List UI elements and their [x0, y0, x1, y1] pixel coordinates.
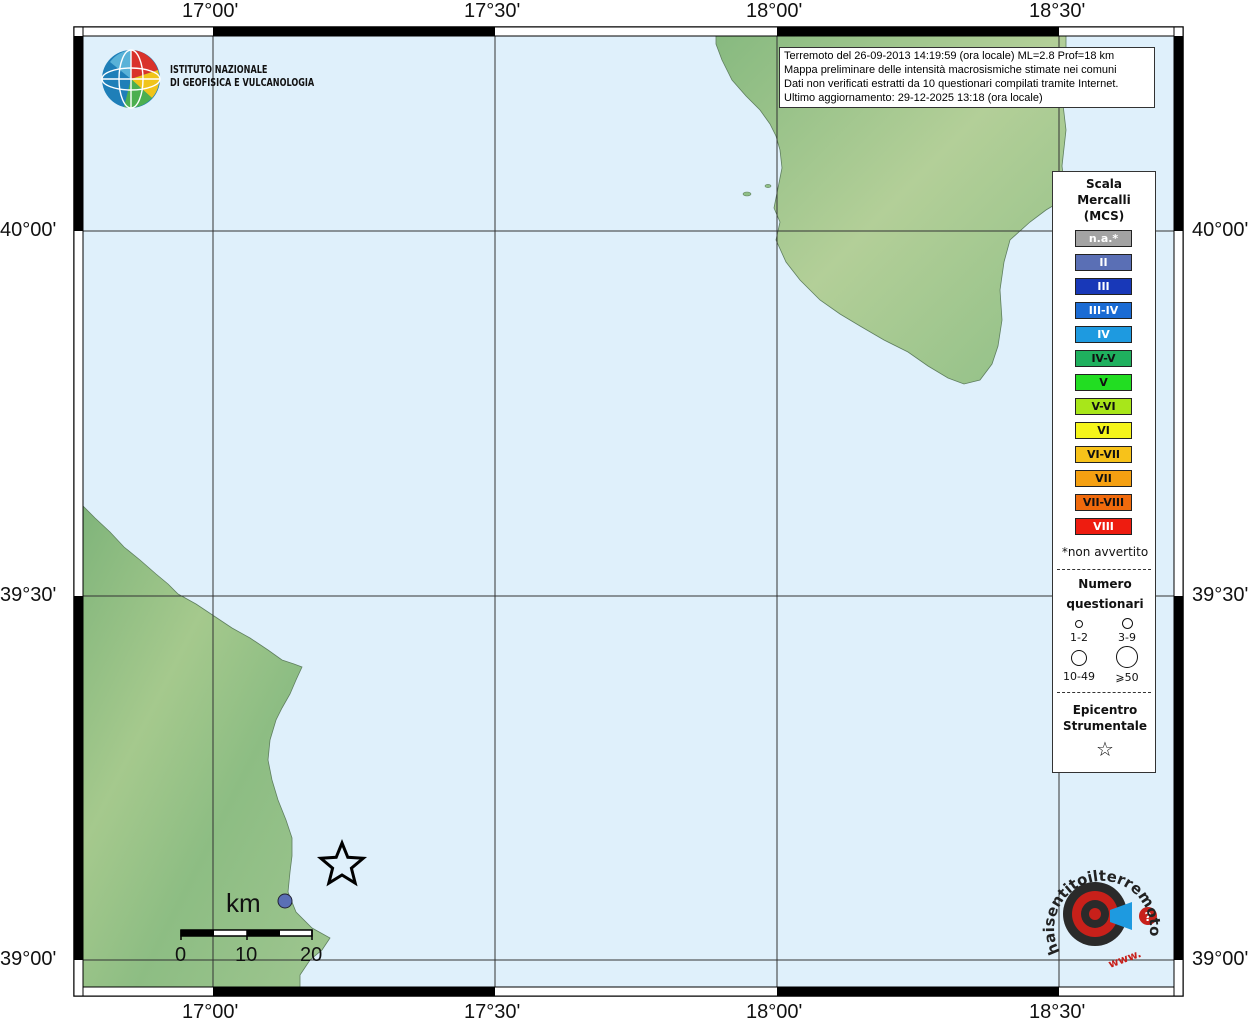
mcs-legend: Scala Mercalli (MCS) n.a.* II III III-IV IV I…: [1052, 171, 1156, 773]
count-label: 3-9: [1118, 631, 1136, 644]
legend-title-line: (MCS): [1083, 209, 1125, 223]
legend-divider: [1057, 569, 1151, 570]
intensity-swatch-viii: VIII: [1075, 518, 1132, 535]
epicenter-title-line: Epicentro: [1072, 703, 1138, 717]
lon-tick-top: 18°00': [746, 0, 803, 22]
intensity-swatch-n-a: n.a.*: [1075, 230, 1132, 247]
legend-title-line: Mercalli: [1077, 193, 1131, 207]
count-symbol-xlarge: [1116, 646, 1138, 668]
na-note: *non avvertito: [1061, 545, 1149, 559]
lat-tick-right: 39°00': [1192, 948, 1249, 970]
lon-tick-top: 18°30': [1029, 0, 1086, 22]
scale-label: 20: [300, 944, 323, 966]
epicenter-symbol-icon: ☆: [1096, 737, 1114, 761]
intensity-swatch-iv-v: IV-V: [1075, 350, 1132, 367]
islet: [742, 191, 752, 197]
institute-name-line2: DI GEOFISICA E VULCANOLOGIA: [170, 76, 315, 89]
count-title-line: questionari: [1066, 597, 1144, 611]
lat-tick-left: 39°30': [0, 584, 57, 606]
lat-tick-left: 39°00': [0, 948, 57, 970]
lon-tick-bottom: 17°30': [464, 1001, 521, 1023]
lon-tick-top: 17°00': [182, 0, 239, 22]
institute-name: ISTITUTO NAZIONALE DI GEOFISICA E VULCAN…: [170, 63, 314, 89]
lon-tick-bottom: 18°00': [746, 1001, 803, 1023]
intensity-swatch-iii-iv: III-IV: [1075, 302, 1132, 319]
lat-tick-left: 40°00': [0, 219, 57, 241]
count-label: 1-2: [1070, 631, 1088, 644]
event-info-line: Ultimo aggiornamento: 29-12-2025 13:18 (…: [784, 92, 1043, 104]
intensity-swatch-vii-viii: VII-VIII: [1075, 494, 1132, 511]
intensity-swatch-v: V: [1075, 374, 1132, 391]
haisentito-logo: ? haisentitoilterremoto.it www.: [1040, 852, 1164, 971]
event-info-line: Mappa preliminare delle intensità macros…: [784, 64, 1117, 76]
scale-label: 0: [175, 944, 187, 966]
count-label: ⩾50: [1115, 671, 1139, 684]
legend-title-line: Scala: [1085, 177, 1123, 191]
count-symbol-large: [1071, 650, 1087, 666]
ingv-globe-logo: [101, 49, 161, 109]
count-label: 10-49: [1063, 670, 1095, 683]
count-symbol-medium: [1122, 618, 1133, 629]
event-info-box: Terremoto del 26-09-2013 14:19:59 (ora l…: [779, 47, 1155, 108]
legend-title: Scala Mercalli (MCS): [1053, 176, 1155, 224]
lat-tick-right: 39°30': [1192, 584, 1249, 606]
intensity-swatch-vii: VII: [1075, 470, 1132, 487]
intensity-swatch-vi: VI: [1075, 422, 1132, 439]
brand-url: www.: [1107, 947, 1143, 971]
lon-tick-bottom: 17°00': [182, 1001, 239, 1023]
scale-label: 10: [235, 944, 258, 966]
institute-name-line1: ISTITUTO NAZIONALE: [170, 63, 268, 76]
legend-divider: [1057, 692, 1151, 693]
lat-tick-right: 40°00': [1192, 219, 1249, 241]
scale-unit: km: [226, 888, 261, 918]
count-title-line: Numero: [1078, 577, 1132, 591]
intensity-swatch-ii: II: [1075, 254, 1132, 271]
epicenter-title: Epicentro Strumentale: [1053, 702, 1157, 734]
event-info-line: Terremoto del 26-09-2013 14:19:59 (ora l…: [784, 50, 1115, 62]
intensity-swatch-v-vi: V-VI: [1075, 398, 1132, 415]
intensity-swatch-iv: IV: [1075, 326, 1132, 343]
epicenter-title-line: Strumentale: [1062, 719, 1148, 733]
lon-tick-top: 17°30': [464, 0, 521, 22]
count-symbol-small: [1075, 620, 1083, 628]
count-title: Numero questionari: [1053, 574, 1157, 614]
intensity-swatch-vi-vii: VI-VII: [1075, 446, 1132, 463]
lon-tick-bottom: 18°30': [1029, 1001, 1086, 1023]
intensity-point-ii[interactable]: [277, 893, 293, 909]
islet: [764, 184, 772, 188]
intensity-swatch-iii: III: [1075, 278, 1132, 295]
event-info-line: Dati non verificati estratti da 10 quest…: [784, 78, 1119, 90]
